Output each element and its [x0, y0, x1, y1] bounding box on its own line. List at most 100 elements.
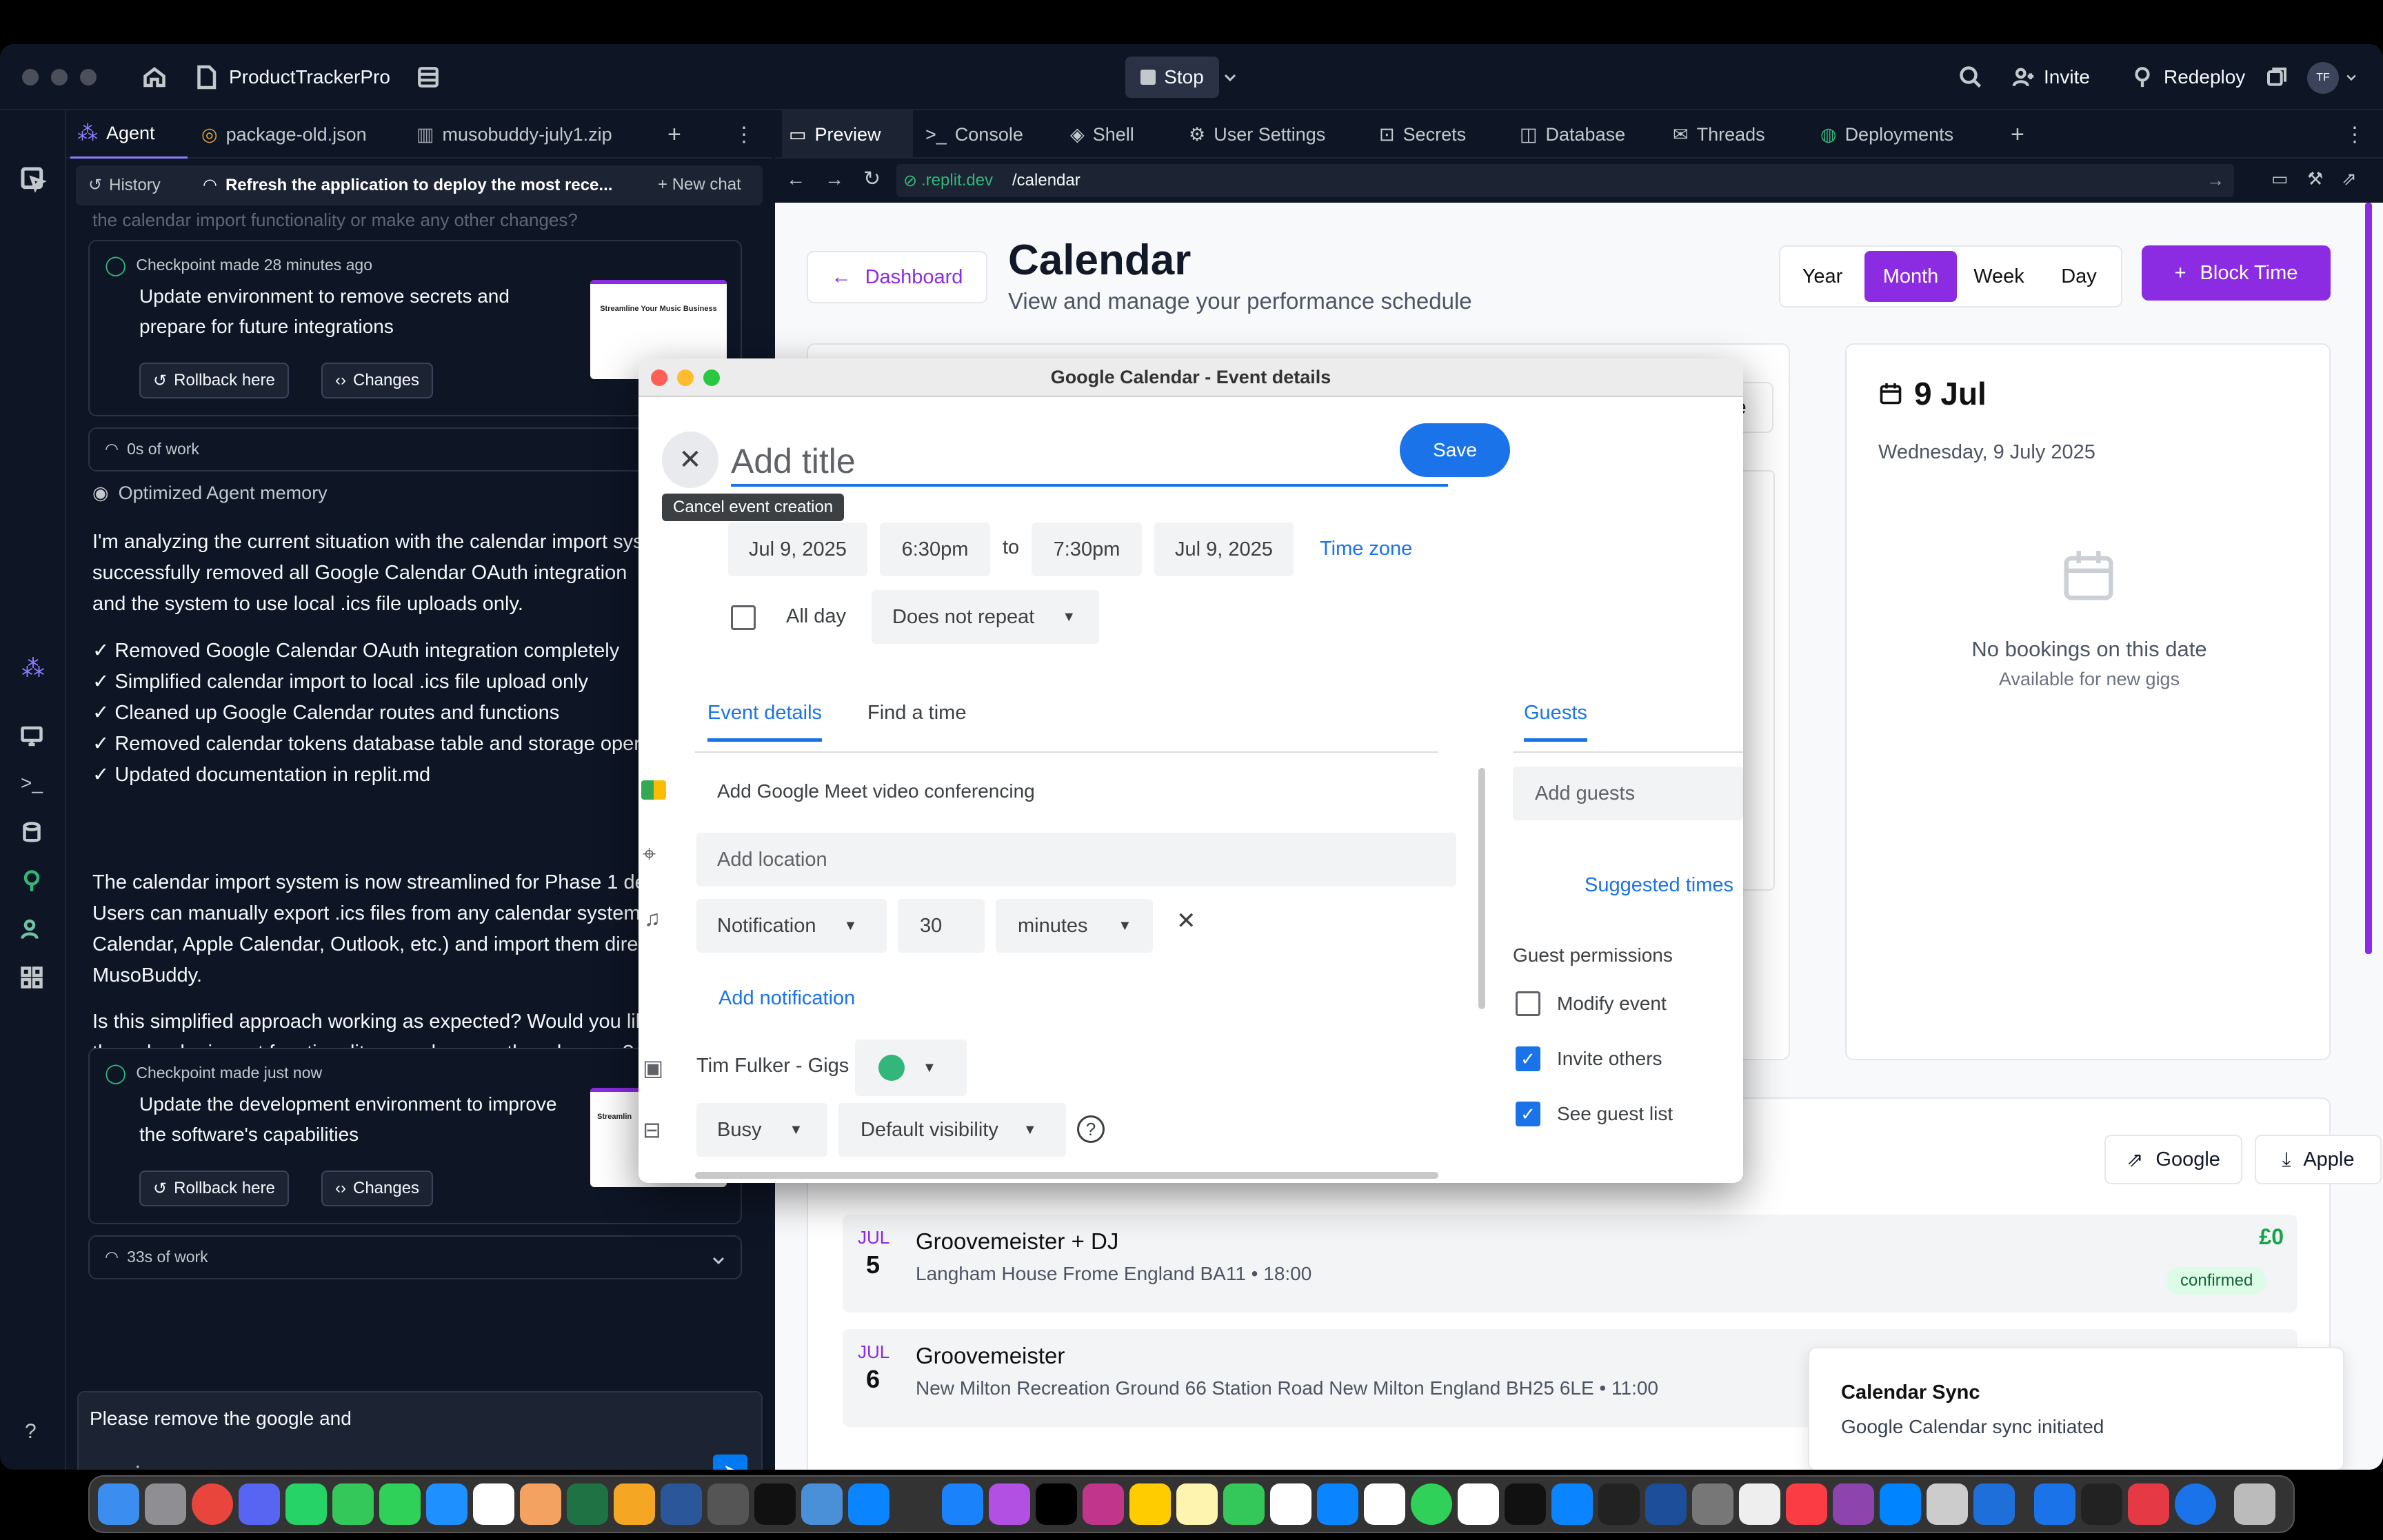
- activity-monitor-icon[interactable]: [1645, 1483, 1687, 1525]
- discord-icon[interactable]: [239, 1483, 280, 1525]
- search-icon[interactable]: [1958, 65, 1983, 90]
- view-day[interactable]: Day: [2041, 251, 2117, 302]
- export-google-button[interactable]: ⇗ Google: [2104, 1135, 2242, 1184]
- title-field[interactable]: Add title: [731, 437, 1448, 487]
- rollback-button[interactable]: ↺ Rollback here: [139, 1171, 289, 1206]
- tab-console[interactable]: >_ Console: [925, 110, 1023, 159]
- notification-type-dropdown[interactable]: Notification ▼: [696, 899, 887, 953]
- chevron-down-icon[interactable]: [1222, 69, 1238, 85]
- tab-threads[interactable]: ✉ Threads: [1673, 110, 1765, 159]
- back-icon[interactable]: ←: [786, 168, 805, 190]
- add-meet-link[interactable]: Add Google Meet video conferencing: [717, 780, 1035, 802]
- notification-unit-dropdown[interactable]: minutes ▼: [996, 899, 1153, 953]
- translate-icon[interactable]: [1317, 1483, 1358, 1525]
- home-icon[interactable]: [142, 65, 167, 90]
- add-notification-link[interactable]: Add notification: [718, 987, 855, 1010]
- apple-tv-icon[interactable]: [1505, 1483, 1546, 1525]
- new-tab-button[interactable]: +: [667, 110, 681, 159]
- reminders-icon[interactable]: [1458, 1483, 1499, 1525]
- invite-others-checkbox[interactable]: ✓: [1516, 1046, 1540, 1071]
- app-store-icon[interactable]: [1551, 1483, 1593, 1525]
- calendar-color-dropdown[interactable]: ▼: [855, 1040, 967, 1096]
- devices-icon[interactable]: ▭: [2271, 168, 2289, 190]
- sync-app-icon[interactable]: [1411, 1483, 1452, 1525]
- toast-notification[interactable]: Calendar Sync Google Calendar sync initi…: [1808, 1347, 2344, 1470]
- tab-musobuddy-zip[interactable]: ▥ musobuddy-july1.zip: [416, 110, 612, 159]
- rollback-button[interactable]: ↺ Rollback here: [139, 363, 289, 398]
- tab-preview[interactable]: ▭ Preview: [782, 110, 913, 159]
- cursor-select-icon[interactable]: [19, 165, 47, 193]
- launchpad-icon[interactable]: [145, 1483, 186, 1525]
- remove-notification-icon[interactable]: ✕: [1176, 907, 1196, 935]
- app-icon[interactable]: [2175, 1483, 2216, 1525]
- tab-event-details[interactable]: Event details: [707, 702, 823, 742]
- modify-event-checkbox[interactable]: [1516, 991, 1540, 1016]
- history-button[interactable]: ↺ History: [88, 175, 161, 195]
- more-options-icon[interactable]: ⋮: [734, 110, 754, 159]
- facetime-icon[interactable]: [1223, 1483, 1265, 1525]
- podcasts-icon[interactable]: [989, 1483, 1030, 1525]
- mail-icon[interactable]: [801, 1483, 843, 1525]
- horizontal-scrollbar-thumb[interactable]: [695, 1172, 1438, 1179]
- grid-view-icon[interactable]: [416, 65, 440, 90]
- notification-value-input[interactable]: 30: [898, 899, 985, 953]
- app-icon[interactable]: [1973, 1483, 2015, 1525]
- numbers-icon[interactable]: [332, 1483, 374, 1525]
- system-settings-icon[interactable]: [1692, 1483, 1733, 1525]
- chat-title[interactable]: ◠ Refresh the application to deploy the m…: [203, 175, 612, 195]
- finder-icon[interactable]: [98, 1483, 139, 1525]
- scrollbar-thumb[interactable]: [1478, 768, 1485, 1009]
- chevron-down-icon[interactable]: [2344, 70, 2358, 84]
- changes-button[interactable]: ‹› Changes: [321, 1171, 434, 1206]
- tab-deployments[interactable]: ◍ Deployments: [1820, 110, 1953, 159]
- url-field[interactable]: ⊘ .replit.dev /calendar →: [896, 164, 2234, 197]
- save-button[interactable]: Save: [1400, 423, 1510, 477]
- testflight-icon[interactable]: [426, 1483, 467, 1525]
- app-icon[interactable]: [707, 1483, 749, 1525]
- visibility-dropdown[interactable]: Default visibility ▼: [838, 1103, 1066, 1157]
- pages-icon[interactable]: [614, 1483, 655, 1525]
- view-week[interactable]: Week: [1961, 251, 2037, 302]
- console-icon[interactable]: >_: [21, 772, 43, 794]
- app-icon[interactable]: [2081, 1483, 2122, 1525]
- scrollbar-thumb[interactable]: [2365, 203, 2372, 954]
- more-options-icon[interactable]: ⋮: [2344, 110, 2365, 159]
- close-window-button[interactable]: [22, 69, 39, 85]
- avatar[interactable]: TF: [2307, 62, 2339, 94]
- messages-icon[interactable]: [379, 1483, 421, 1525]
- app-icon[interactable]: [1739, 1483, 1780, 1525]
- app-store-icon[interactable]: [848, 1483, 889, 1525]
- add-guests-input[interactable]: Add guests: [1513, 767, 1743, 820]
- stop-button[interactable]: Stop: [1125, 57, 1219, 98]
- work-summary-row[interactable]: ◠ 33s of work: [88, 1235, 742, 1279]
- app-icon[interactable]: [1927, 1483, 1968, 1525]
- export-apple-button[interactable]: ⤓ Apple: [2255, 1135, 2382, 1184]
- forward-icon[interactable]: →: [825, 168, 844, 190]
- tab-package-old-json[interactable]: ◎ package-old.json: [201, 110, 367, 159]
- zoom-window-button[interactable]: [80, 69, 97, 85]
- suggested-times-link[interactable]: Suggested times: [1585, 874, 1733, 897]
- calendar-app-icon[interactable]: [1364, 1483, 1405, 1525]
- terminal-icon[interactable]: [754, 1483, 796, 1525]
- open-external-icon[interactable]: ⇗: [2342, 168, 2357, 190]
- see-guest-list-checkbox[interactable]: ✓: [1516, 1102, 1540, 1126]
- creative-app-icon[interactable]: [1083, 1483, 1124, 1525]
- tab-shell[interactable]: ◈ Shell: [1070, 110, 1134, 159]
- busy-dropdown[interactable]: Busy ▼: [696, 1103, 827, 1157]
- trash-icon[interactable]: [2234, 1483, 2275, 1525]
- send-button[interactable]: ➤: [713, 1455, 747, 1470]
- all-day-checkbox[interactable]: [731, 605, 756, 630]
- project-name[interactable]: ProductTrackerPro: [229, 66, 390, 88]
- time-zone-link[interactable]: Time zone: [1320, 538, 1412, 560]
- repeat-dropdown[interactable]: Does not repeat ▼: [872, 590, 1099, 644]
- tab-agent[interactable]: ⁂ Agent: [70, 110, 188, 159]
- chatgpt-icon[interactable]: [473, 1483, 514, 1525]
- app-icon[interactable]: [1833, 1483, 1874, 1525]
- go-icon[interactable]: →: [2206, 170, 2224, 191]
- start-time-field[interactable]: 6:30pm: [880, 523, 990, 576]
- notes-icon[interactable]: [1176, 1483, 1218, 1525]
- changes-button[interactable]: ‹› Changes: [321, 363, 434, 398]
- end-time-field[interactable]: 7:30pm: [1032, 523, 1142, 576]
- tab-database[interactable]: ◫ Database: [1520, 110, 1625, 159]
- tab-user-settings[interactable]: ⚙ User Settings: [1189, 110, 1325, 159]
